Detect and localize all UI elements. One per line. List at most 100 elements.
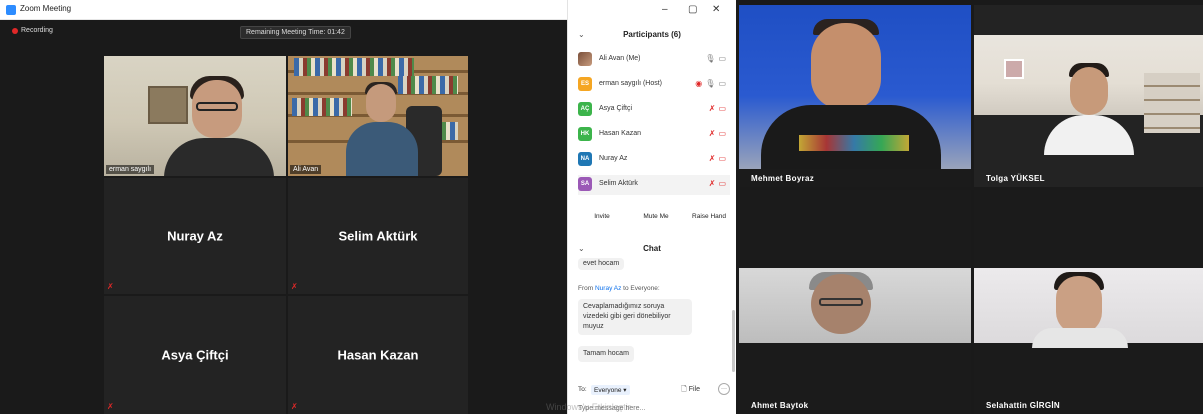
gallery-tile[interactable]: Selahattin GİRGİN	[974, 190, 1203, 414]
microphone-icon: 🎙	[705, 79, 716, 88]
participant-row[interactable]: AÇ Asya Çiftçi ✗ ▭	[578, 100, 730, 120]
avatar: HK	[578, 127, 592, 141]
video-tile[interactable]: Selim Aktürk ✗	[288, 178, 468, 294]
side-panel: – ▢ ✕ ⌄ Participants (6) Ali Avan (Me) 🎙…	[567, 0, 736, 414]
activation-watermark: Windows'u Etkinleştir	[546, 402, 631, 412]
participant-row[interactable]: ES erman saygılı (Host) ◉ 🎙 ▭	[578, 75, 730, 95]
participant-icons: ◉ 🎙 ▭	[695, 79, 726, 88]
video-tile[interactable]: Ali Avan	[288, 56, 468, 176]
gallery-tile[interactable]: Mehmet Boyraz	[739, 5, 971, 187]
chat-message: Cevaplamadığımız soruya vizedeki gibi ge…	[578, 299, 692, 335]
gallery-tile-name: Selahattin GİRGİN	[986, 401, 1060, 410]
tile-name: erman saygılı	[106, 165, 155, 174]
recording-label: Recording	[21, 27, 53, 34]
video-tile[interactable]: erman saygılı	[104, 56, 286, 176]
mic-muted-icon: ✗	[291, 282, 298, 291]
video-tile[interactable]: Nuray Az ✗	[104, 178, 286, 294]
participant-icons: ✗ ▭	[709, 104, 726, 113]
tile-display-name: Asya Çiftçi	[161, 347, 229, 363]
chat-sender-line: From Nuray Az to Everyone:	[578, 285, 660, 292]
participant-name: Nuray Az	[599, 155, 628, 162]
tile-display-name: Selim Aktürk	[338, 228, 418, 244]
camera-off-icon: ▭	[718, 104, 726, 113]
recording-indicator[interactable]: Recording	[12, 27, 53, 34]
video-tile[interactable]: Asya Çiftçi ✗	[104, 296, 286, 414]
participant-video	[739, 5, 971, 187]
participant-row[interactable]: HK Hasan Kazan ✗ ▭	[578, 125, 730, 145]
gallery-tile-name: Tolga YÜKSEL	[986, 174, 1045, 183]
raise-hand-button[interactable]: Raise Hand	[688, 209, 730, 225]
gallery-tile-name: Ahmet Baytok	[751, 401, 809, 410]
participant-actions: Invite Mute Me Raise Hand	[578, 209, 730, 225]
meeting-video-area: Recording Remaining Meeting Time: 01:42 …	[6, 20, 567, 414]
chat-message: Tamam hocam	[578, 346, 634, 362]
microphone-muted-icon: ✗	[708, 129, 716, 138]
avatar: NA	[578, 152, 592, 166]
participant-row[interactable]: Ali Avan (Me) 🎙 ▭	[578, 50, 730, 70]
chat-sender-name[interactable]: Nuray Az	[595, 285, 621, 292]
participant-name: erman saygılı (Host)	[599, 80, 663, 87]
minimize-button[interactable]: –	[662, 4, 668, 15]
participant-icons: 🎙 ▭	[705, 54, 726, 63]
file-icon: 🗋	[681, 386, 687, 393]
participant-icons: ✗ ▭	[709, 154, 726, 163]
avatar: AÇ	[578, 102, 592, 116]
gallery-tile-name: Mehmet Boyraz	[751, 174, 815, 183]
chat-message: evet hocam	[578, 258, 625, 270]
camera-off-icon: ▭	[718, 179, 726, 188]
tile-display-name: Nuray Az	[167, 228, 223, 244]
microphone-muted-icon: ✗	[708, 154, 716, 163]
close-button[interactable]: ✕	[712, 4, 720, 15]
participant-name: Hasan Kazan	[599, 130, 642, 137]
camera-icon: ▭	[718, 79, 726, 88]
microphone-muted-icon: ✗	[708, 104, 716, 113]
file-button[interactable]: 🗋 File	[681, 385, 700, 396]
participant-video	[288, 56, 468, 176]
camera-off-icon: ▭	[718, 154, 726, 163]
chat-messages[interactable]: evet hocam From Nuray Az to Everyone: Ce…	[568, 255, 737, 375]
screen: Zoom Meeting Recording Remaining Meeting…	[0, 0, 1203, 414]
tile-name: Ali Avan	[290, 165, 322, 174]
more-options-button[interactable]: ···	[718, 383, 730, 395]
chat-title: Chat	[643, 244, 661, 253]
chat-recipient-row: To: Everyone ▾ 🗋 File ···	[578, 383, 730, 398]
avatar: SA	[578, 177, 592, 191]
participant-row[interactable]: NA Nuray Az ✗ ▭	[578, 150, 730, 170]
participants-header[interactable]: ⌄ Participants (6)	[568, 26, 736, 44]
recording-dot-icon	[12, 27, 18, 34]
participant-video	[974, 190, 1203, 414]
avatar: ES	[578, 77, 592, 91]
tile-display-name: Hasan Kazan	[337, 347, 419, 363]
avatar	[578, 52, 592, 66]
participant-video	[739, 190, 971, 414]
mic-muted-icon: ✗	[291, 402, 298, 411]
camera-icon: ▭	[718, 54, 726, 63]
participant-name: Selim Aktürk	[599, 180, 638, 187]
participant-video	[974, 35, 1203, 155]
gallery-view: Mehmet Boyraz Tolga YÜKSEL Ahmet Baytok …	[736, 0, 1203, 414]
window-controls: – ▢ ✕	[656, 4, 736, 18]
participant-row[interactable]: SA Selim Aktürk ✗ ▭	[578, 175, 730, 195]
video-tile[interactable]: Hasan Kazan ✗	[288, 296, 468, 414]
gallery-tile[interactable]: Ahmet Baytok	[739, 190, 971, 414]
zoom-window: Zoom Meeting Recording Remaining Meeting…	[0, 0, 736, 414]
recipient-dropdown[interactable]: Everyone ▾	[591, 385, 630, 395]
restore-button[interactable]: ▢	[688, 4, 697, 15]
remaining-time: Remaining Meeting Time: 01:42	[240, 26, 351, 39]
mic-muted-icon: ✗	[107, 402, 114, 411]
chat-scrollbar[interactable]	[732, 310, 735, 372]
invite-button[interactable]: Invite	[588, 209, 616, 225]
participant-icons: ✗ ▭	[709, 179, 726, 188]
gallery-tile[interactable]: Tolga YÜKSEL	[974, 5, 1203, 187]
to-label: To:	[578, 386, 587, 393]
mute-me-button[interactable]: Mute Me	[636, 209, 676, 225]
camera-off-icon: ▭	[718, 129, 726, 138]
mic-muted-icon: ✗	[107, 282, 114, 291]
recording-icon: ◉	[695, 79, 703, 88]
window-title: Zoom Meeting	[20, 4, 72, 13]
microphone-icon: 🎙	[705, 54, 716, 63]
participants-title: Participants (6)	[623, 30, 681, 39]
microphone-muted-icon: ✗	[708, 179, 716, 188]
participant-icons: ✗ ▭	[709, 129, 726, 138]
participant-name: Asya Çiftçi	[599, 105, 633, 112]
